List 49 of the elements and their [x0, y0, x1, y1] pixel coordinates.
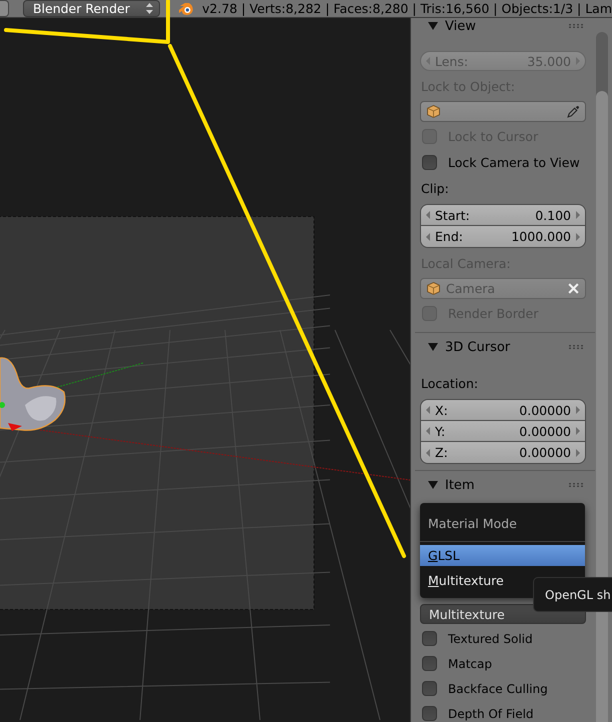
left-arrow-icon [426, 232, 430, 240]
left-arrow-icon [426, 211, 430, 219]
number-field[interactable]: Z: 0.00000 [421, 442, 585, 463]
menu-item[interactable]: GLSL [420, 545, 585, 566]
render-engine-dropdown[interactable]: Blender Render [22, 0, 160, 17]
right-arrow-icon [576, 211, 580, 219]
field-label: Clip: [420, 180, 449, 196]
expanded-triangle-icon[interactable] [428, 342, 438, 352]
left-arrow-icon [426, 427, 430, 435]
left-arrow-icon [426, 406, 430, 414]
tooltip: OpenGL sh [533, 577, 612, 612]
expanded-triangle-icon[interactable] [428, 21, 438, 31]
number-field[interactable]: Start: 0.100 [421, 205, 585, 226]
number-field[interactable]: X: 0.00000 [421, 400, 585, 421]
field-label: Location: [420, 376, 478, 390]
menu-title: Material Mode [427, 516, 518, 533]
checkbox-label[interactable]: Backface Culling [448, 682, 548, 696]
checkbox[interactable] [422, 706, 437, 721]
scrollbar-thumb[interactable] [596, 91, 608, 722]
object-field[interactable] [420, 100, 586, 122]
checkbox-label[interactable]: Lock Camera to View [448, 154, 580, 170]
checkbox-label[interactable]: Matcap [448, 656, 492, 670]
left-arrow-icon [426, 448, 430, 456]
checkbox[interactable] [422, 631, 437, 646]
logo-icon [178, 2, 194, 16]
right-arrow-icon [576, 448, 580, 456]
panel-title[interactable]: View [445, 18, 569, 34]
scene-statistics: v2.78 | Verts:8,282 | Faces:8,280 | Tris:16,560 | Objects:1/3 | Lam [202, 1, 612, 16]
expanded-triangle-icon[interactable] [428, 480, 438, 490]
right-arrow-icon [576, 232, 580, 240]
checkbox[interactable] [422, 656, 437, 671]
cube-icon [427, 104, 440, 118]
drag-handle-icon[interactable] [569, 345, 583, 349]
panel-title[interactable]: 3D Cursor [445, 340, 569, 354]
drag-handle-icon[interactable] [569, 483, 583, 487]
up-down-arrows-icon [146, 3, 154, 14]
checkbox-label[interactable]: Textured Solid [448, 632, 533, 646]
panel-title[interactable]: Item [445, 478, 569, 492]
right-arrow-icon [576, 427, 580, 435]
eyedropper-icon[interactable] [567, 104, 580, 118]
header-button[interactable] [0, 0, 9, 17]
checkbox[interactable] [422, 681, 437, 696]
number-field[interactable]: Y: 0.00000 [421, 421, 585, 442]
checkbox[interactable] [422, 154, 437, 170]
drag-handle-icon[interactable] [569, 24, 583, 28]
checkbox-label[interactable]: Depth Of Field [448, 706, 534, 720]
cube-icon [427, 282, 440, 294]
right-arrow-icon [576, 406, 580, 414]
number-field[interactable]: End: 1000.000 [421, 226, 585, 247]
